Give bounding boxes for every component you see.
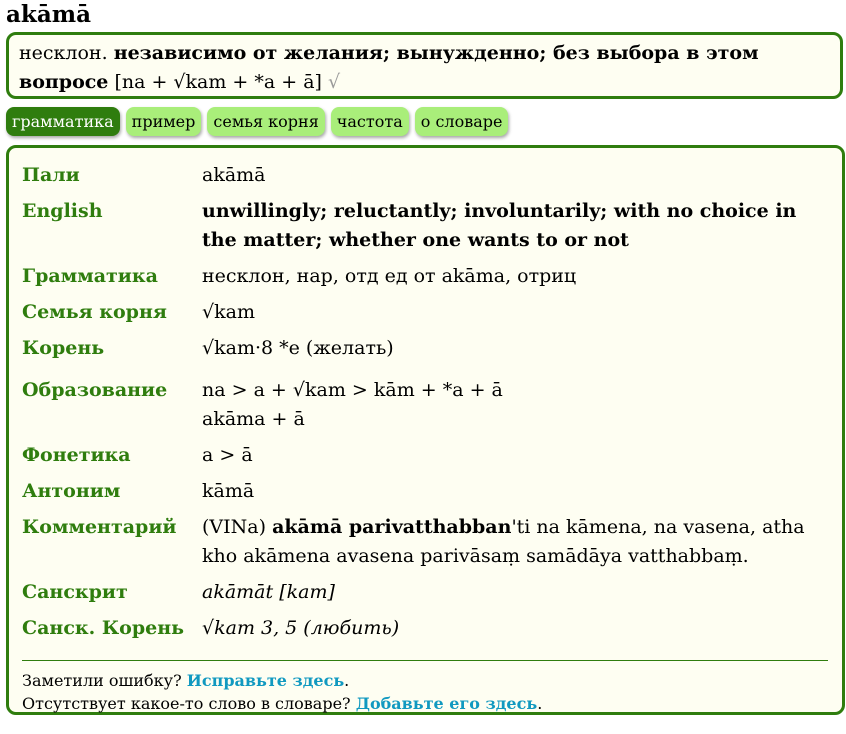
tab-bar: грамматика пример семья корня частота о … [6,107,509,136]
row-formation: Образование na > a + √kam > kām + *a + ā… [19,367,819,438]
row-english: English unwillingly; reluctantly; involu… [19,194,819,259]
label-commentary: Комментарий [22,516,177,538]
row-sanskrit-root: Санск. Корень √kam 3, 5 (любить) [19,611,819,647]
tab-example[interactable]: пример [125,107,202,136]
root-sqrt-icon: √ [328,71,341,93]
summary-box: несклон. независимо от желания; вынужден… [6,32,843,99]
footer-missing-text: Отсутствует какое-то слово в словаре? [22,694,351,713]
row-commentary: Комментарий (VINa) akāmā parivatthabban'… [19,510,819,575]
tab-about-dictionary[interactable]: о словаре [414,107,509,136]
row-phonetics: Фонетика a > ā [19,438,819,474]
value-root: √kam·8 *e (желать) [202,337,394,359]
grammar-panel: Пали akāmā English unwillingly; reluctan… [6,145,845,715]
tab-grammar[interactable]: грамматика [6,107,120,136]
fix-error-link[interactable]: Исправьте здесь [187,671,344,690]
footer-error-line: Заметили ошибку? Исправьте здесь. [22,671,350,690]
row-root-family: Семья корня √kam [19,295,819,331]
label-root-family: Семья корня [22,301,167,323]
tab-frequency[interactable]: частота [330,107,409,136]
footer-divider [22,660,828,661]
row-sanskrit: Санскрит akāmāt [kam] [19,575,819,611]
value-pali: akāmā [202,164,266,186]
tab-root-family[interactable]: семья корня [207,107,325,136]
value-root-family: √kam [202,301,255,323]
commentary-bold: akāmā parivatthabban [272,516,512,538]
value-sanskrit-root: √kam 3, 5 (любить) [202,617,400,639]
label-antonym: Антоним [22,480,121,502]
commentary-source: (VINa) [202,516,267,538]
summary-construction: [na + √kam + *a + ā] [114,71,322,93]
value-formation-line1: na > a + √kam > kām + *a + ā [202,379,503,401]
summary-pos: несклон. [19,42,108,64]
headword-title: akāmā [6,1,91,28]
row-antonym: Антоним kāmā [19,474,819,510]
value-grammar: несклон, нар, отд ед от akāma, отриц [202,265,577,287]
label-formation: Образование [22,379,168,401]
value-english: unwillingly; reluctantly; involuntarily;… [202,200,797,251]
row-grammar: Грамматика несклон, нар, отд ед от akāma… [19,259,819,295]
label-pali: Пали [22,164,80,186]
label-sanskrit-root: Санск. Корень [22,617,184,639]
row-root: Корень √kam·8 *e (желать) [19,331,819,367]
value-phonetics: a > ā [202,444,253,466]
footer-error-text: Заметили ошибку? [22,671,182,690]
row-pali: Пали akāmā [19,158,819,194]
footer-missing-line: Отсутствует какое-то слово в словаре? До… [22,694,543,713]
add-word-link[interactable]: Добавьте его здесь [356,694,537,713]
grammar-table: Пали akāmā English unwillingly; reluctan… [19,158,819,647]
label-grammar: Грамматика [22,265,158,287]
value-commentary: (VINa) akāmā parivatthabban'ti na kāmena… [199,510,819,575]
value-antonym: kāmā [202,480,255,502]
value-sanskrit: akāmāt [kam] [202,581,335,603]
label-english: English [22,200,103,222]
label-root: Корень [22,337,105,359]
label-sanskrit: Санскрит [22,581,128,603]
label-phonetics: Фонетика [22,444,131,466]
value-formation-line2: akāma + ā [202,408,305,430]
